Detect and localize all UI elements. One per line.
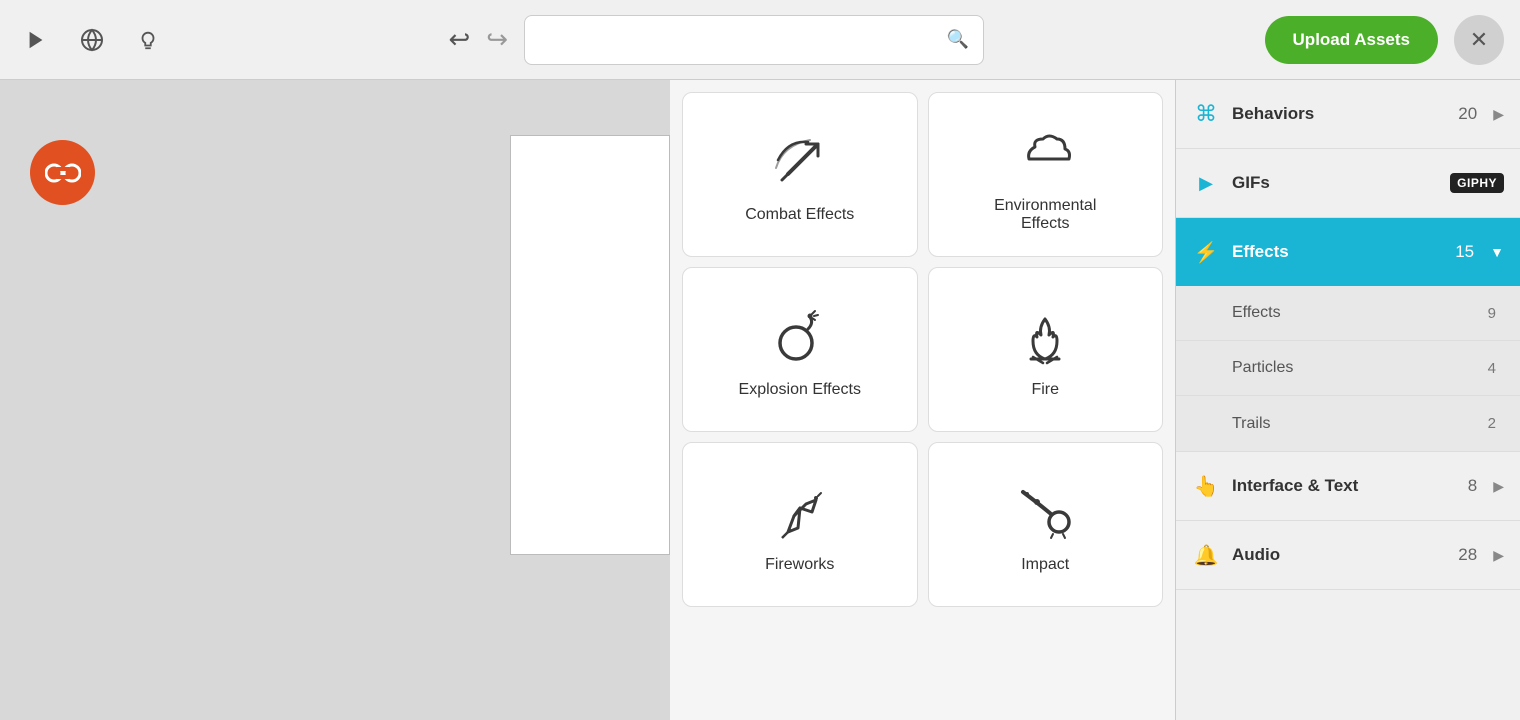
gifs-icon: ▶ bbox=[1192, 173, 1220, 194]
effects-count: 15 bbox=[1455, 242, 1474, 262]
fireworks-label: Fireworks bbox=[765, 556, 834, 574]
center-grid: Combat Effects EnvironmentalEffects Ex bbox=[670, 80, 1175, 720]
interface-text-item[interactable]: 👆 Interface & Text 8 ▶ bbox=[1176, 452, 1520, 520]
effects-label: Effects bbox=[1232, 242, 1443, 262]
behaviors-count: 20 bbox=[1458, 104, 1477, 124]
right-sidebar: ⌘ Behaviors 20 ▶ ▶ GIFs GIPHY ⚡ Effects … bbox=[1175, 80, 1520, 720]
interface-icon: 👆 bbox=[1192, 474, 1220, 499]
behaviors-arrow: ▶ bbox=[1493, 106, 1504, 123]
environmental-effects-card[interactable]: EnvironmentalEffects bbox=[928, 92, 1164, 257]
audio-section: 🔔 Audio 28 ▶ bbox=[1176, 521, 1520, 590]
giphy-badge: GIPHY bbox=[1450, 173, 1504, 193]
sub-particles-count: 4 bbox=[1488, 360, 1496, 377]
fire-card[interactable]: Fire bbox=[928, 267, 1164, 432]
effects-sub-particles[interactable]: Particles 4 bbox=[1176, 341, 1520, 396]
effects-icon: ⚡ bbox=[1192, 240, 1220, 265]
search-icon: 🔍 bbox=[947, 29, 969, 50]
combat-effects-label: Combat Effects bbox=[745, 206, 854, 224]
impact-card[interactable]: Impact bbox=[928, 442, 1164, 607]
upload-assets-button[interactable]: Upload Assets bbox=[1265, 16, 1438, 64]
impact-label: Impact bbox=[1021, 556, 1069, 574]
sub-trails-label: Trails bbox=[1232, 415, 1488, 433]
bulb-button[interactable] bbox=[128, 20, 168, 60]
effects-section: ⚡ Effects 15 ▼ Effects 9 Particles 4 Tra… bbox=[1176, 218, 1520, 452]
effects-sub-effects[interactable]: Effects 9 bbox=[1176, 286, 1520, 341]
main-content: Combat Effects EnvironmentalEffects Ex bbox=[0, 80, 1520, 720]
effects-item[interactable]: ⚡ Effects 15 ▼ bbox=[1176, 218, 1520, 286]
sub-effects-label: Effects bbox=[1232, 304, 1488, 322]
undo-button[interactable]: ↩ bbox=[448, 24, 470, 55]
topbar: ↩ ↪ 🔍 Upload Assets ✕ bbox=[0, 0, 1520, 80]
fireworks-card[interactable]: Fireworks bbox=[682, 442, 918, 607]
audio-item[interactable]: 🔔 Audio 28 ▶ bbox=[1176, 521, 1520, 589]
environmental-effects-label: EnvironmentalEffects bbox=[994, 197, 1096, 233]
interface-text-section: 👆 Interface & Text 8 ▶ bbox=[1176, 452, 1520, 521]
interface-text-arrow: ▶ bbox=[1493, 478, 1504, 495]
logo bbox=[30, 140, 95, 205]
interface-text-count: 8 bbox=[1468, 476, 1477, 496]
explosion-effects-card[interactable]: Explosion Effects bbox=[682, 267, 918, 432]
sub-effects-count: 9 bbox=[1488, 305, 1496, 322]
fire-label: Fire bbox=[1031, 381, 1059, 399]
gifs-section: ▶ GIFs GIPHY bbox=[1176, 149, 1520, 218]
left-panel bbox=[0, 80, 670, 720]
effects-arrow: ▼ bbox=[1490, 244, 1504, 260]
behaviors-label: Behaviors bbox=[1232, 104, 1446, 124]
gifs-label: GIFs bbox=[1232, 173, 1438, 193]
effects-sub-trails[interactable]: Trails 2 bbox=[1176, 396, 1520, 451]
interface-text-label: Interface & Text bbox=[1232, 476, 1456, 496]
search-input[interactable] bbox=[539, 31, 937, 49]
close-button[interactable]: ✕ bbox=[1454, 15, 1504, 65]
sub-particles-label: Particles bbox=[1232, 359, 1488, 377]
search-area: ↩ ↪ 🔍 bbox=[448, 15, 984, 65]
play-button[interactable] bbox=[16, 20, 56, 60]
behaviors-section: ⌘ Behaviors 20 ▶ bbox=[1176, 80, 1520, 149]
combat-effects-card[interactable]: Combat Effects bbox=[682, 92, 918, 257]
explosion-effects-label: Explosion Effects bbox=[739, 381, 861, 399]
globe-button[interactable] bbox=[72, 20, 112, 60]
audio-arrow: ▶ bbox=[1493, 547, 1504, 564]
search-box: 🔍 bbox=[524, 15, 984, 65]
sub-trails-count: 2 bbox=[1488, 415, 1496, 432]
audio-icon: 🔔 bbox=[1192, 543, 1220, 568]
canvas-area bbox=[510, 135, 670, 555]
audio-count: 28 bbox=[1458, 545, 1477, 565]
gifs-item[interactable]: ▶ GIFs GIPHY bbox=[1176, 149, 1520, 217]
behaviors-icon: ⌘ bbox=[1192, 101, 1220, 127]
behaviors-item[interactable]: ⌘ Behaviors 20 ▶ bbox=[1176, 80, 1520, 148]
redo-button[interactable]: ↪ bbox=[486, 24, 508, 55]
audio-label: Audio bbox=[1232, 545, 1446, 565]
